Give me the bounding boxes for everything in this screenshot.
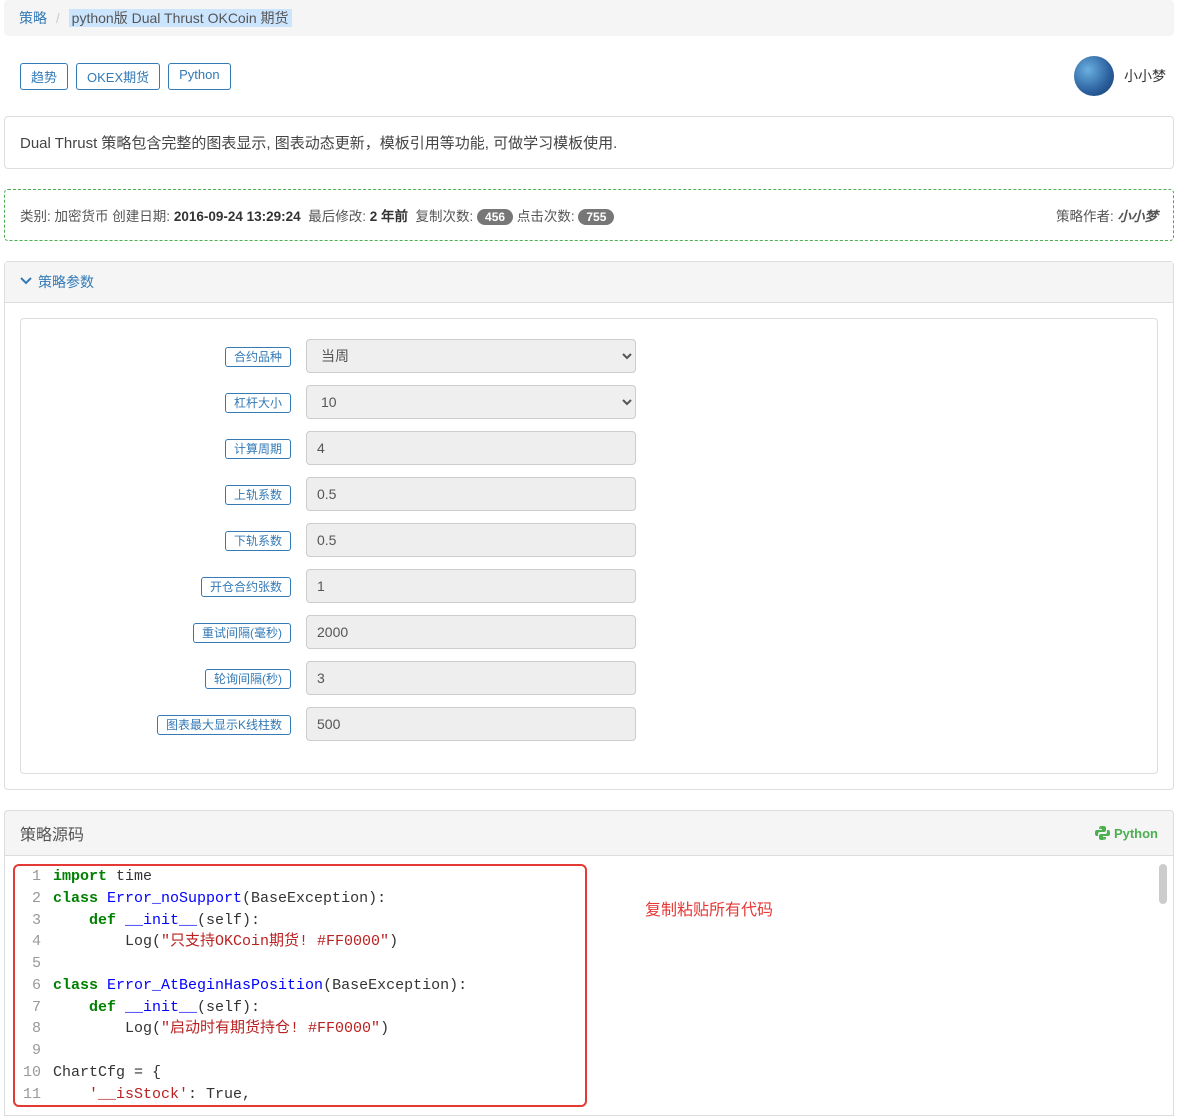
param-input-upper-coef[interactable]: [306, 477, 636, 511]
avatar[interactable]: [1074, 56, 1114, 96]
param-row-upper-coef: 上轨系数: [36, 477, 1142, 511]
meta-click-label: 点击次数:: [517, 209, 575, 224]
code-box[interactable]: 1import time 2class Error_noSupport(Base…: [13, 864, 587, 1107]
param-label-open-contracts: 开仓合约张数: [201, 577, 291, 597]
param-row-leverage: 杠杆大小 10: [36, 385, 1142, 419]
params-heading[interactable]: 策略参数: [5, 262, 1173, 303]
meta-created: 2016-09-24 13:29:24: [174, 209, 301, 224]
language-label: Python: [1114, 826, 1158, 841]
param-input-max-kline[interactable]: [306, 707, 636, 741]
top-row: 趋势 OKEX期货 Python 小小梦: [4, 56, 1174, 96]
meta-author-label: 策略作者:: [1056, 209, 1114, 224]
source-heading: 策略源码 Python: [4, 810, 1174, 856]
param-input-retry-ms[interactable]: [306, 615, 636, 649]
param-label-period: 计算周期: [225, 439, 291, 459]
meta-category-label: 类别:: [20, 209, 51, 224]
tag-list: 趋势 OKEX期货 Python: [20, 63, 231, 90]
param-label-leverage: 杠杆大小: [225, 393, 291, 413]
author-name[interactable]: 小小梦: [1124, 66, 1166, 86]
tag-python[interactable]: Python: [168, 63, 230, 90]
description-panel: Dual Thrust 策略包含完整的图表显示, 图表动态更新，模板引用等功能,…: [4, 116, 1174, 169]
meta-copy-label: 复制次数:: [416, 209, 474, 224]
meta-category: 加密货币: [55, 209, 109, 224]
meta-right: 策略作者: 小小梦: [1056, 205, 1158, 225]
meta-author: 小小梦: [1118, 209, 1159, 224]
params-form: 合约品种 当周 杠杆大小 10 计算周期 上轨系数 下轨系数 开仓合约张数 重试…: [20, 318, 1158, 774]
param-row-contract-type: 合约品种 当周: [36, 339, 1142, 373]
meta-left: 类别: 加密货币 创建日期: 2016-09-24 13:29:24 最后修改:…: [20, 205, 614, 225]
description-text: Dual Thrust 策略包含完整的图表显示, 图表动态更新，模板引用等功能,…: [5, 117, 1173, 168]
params-panel: 策略参数 合约品种 当周 杠杆大小 10 计算周期 上轨系数 下轨系数 开仓合约…: [4, 261, 1174, 790]
param-select-contract-type[interactable]: 当周: [306, 339, 636, 373]
param-label-poll-s: 轮询间隔(秒): [205, 669, 291, 689]
param-input-lower-coef[interactable]: [306, 523, 636, 557]
param-row-retry-ms: 重试间隔(毫秒): [36, 615, 1142, 649]
code-annotation: 复制粘贴所有代码: [645, 896, 773, 920]
breadcrumb-current: python版 Dual Thrust OKCoin 期货: [69, 9, 292, 27]
param-row-poll-s: 轮询间隔(秒): [36, 661, 1142, 695]
param-row-period: 计算周期: [36, 431, 1142, 465]
meta-panel: 类别: 加密货币 创建日期: 2016-09-24 13:29:24 最后修改:…: [4, 189, 1174, 241]
tag-okex[interactable]: OKEX期货: [76, 63, 160, 90]
breadcrumb-root-link[interactable]: 策略: [19, 10, 47, 26]
param-input-poll-s[interactable]: [306, 661, 636, 695]
breadcrumb: 策略 / python版 Dual Thrust OKCoin 期货: [4, 0, 1174, 36]
source-title: 策略源码: [20, 821, 84, 845]
python-icon: [1094, 825, 1110, 841]
source-panel: 策略源码 Python 复制粘贴所有代码 1import time 2class…: [4, 810, 1174, 1116]
breadcrumb-separator: /: [51, 10, 65, 26]
scrollbar-thumb[interactable]: [1159, 864, 1167, 904]
tag-trend[interactable]: 趋势: [20, 63, 68, 90]
param-row-open-contracts: 开仓合约张数: [36, 569, 1142, 603]
param-label-contract-type: 合约品种: [225, 347, 291, 367]
param-select-leverage[interactable]: 10: [306, 385, 636, 419]
param-row-max-kline: 图表最大显示K线柱数: [36, 707, 1142, 741]
language-badge: Python: [1094, 825, 1158, 841]
param-label-lower-coef: 下轨系数: [225, 531, 291, 551]
author-block: 小小梦: [1074, 56, 1166, 96]
code-container: 复制粘贴所有代码 1import time 2class Error_noSup…: [4, 856, 1174, 1116]
param-row-lower-coef: 下轨系数: [36, 523, 1142, 557]
param-input-open-contracts[interactable]: [306, 569, 636, 603]
meta-created-label: 创建日期:: [112, 209, 170, 224]
chevron-down-icon: [20, 274, 32, 290]
param-input-period[interactable]: [306, 431, 636, 465]
param-label-retry-ms: 重试间隔(毫秒): [193, 623, 291, 643]
meta-modified-label: 最后修改:: [308, 209, 366, 224]
param-label-max-kline: 图表最大显示K线柱数: [157, 715, 291, 735]
meta-click-badge: 755: [578, 209, 614, 225]
meta-modified: 2 年前: [370, 209, 408, 224]
param-label-upper-coef: 上轨系数: [225, 485, 291, 505]
meta-copy-badge: 456: [477, 209, 513, 225]
params-title: 策略参数: [38, 274, 94, 290]
